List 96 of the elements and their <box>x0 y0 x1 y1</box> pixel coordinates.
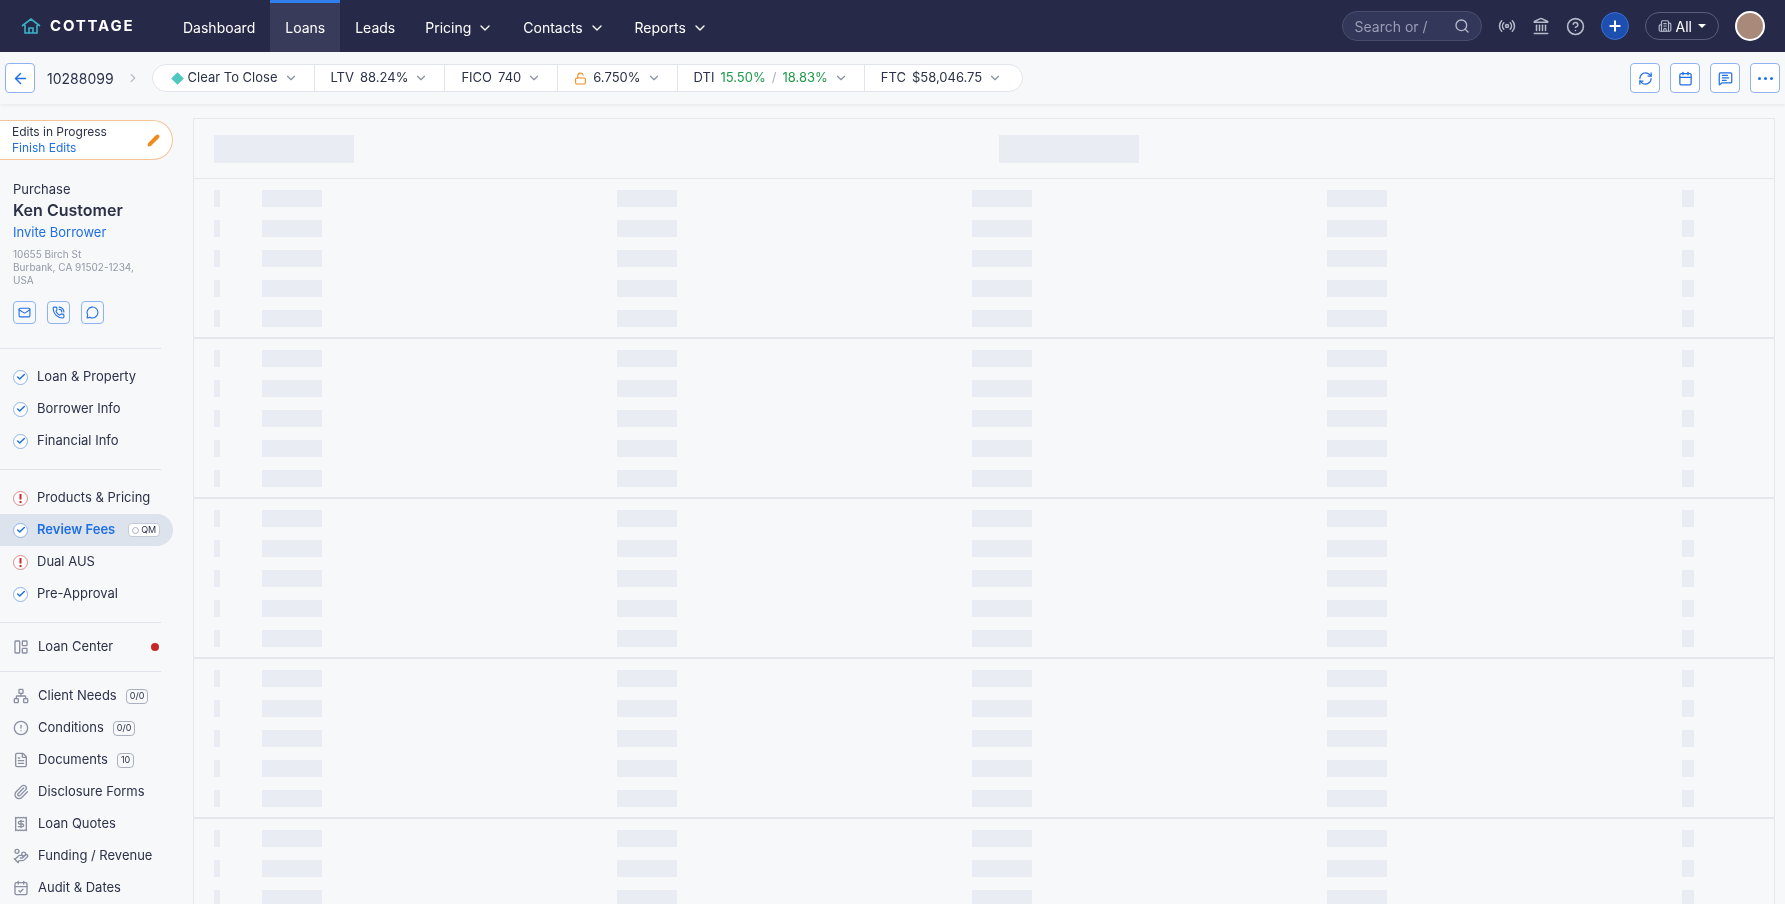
tool-item[interactable]: Conditions 0/0 <box>0 712 175 744</box>
tool-item[interactable]: Disclosure Forms <box>0 776 175 808</box>
loan-status: Clear To Close <box>187 68 278 88</box>
calendar-icon <box>1677 70 1693 86</box>
loan-metric-pill[interactable]: Clear To Close <box>156 65 314 91</box>
bank-icon[interactable] <box>1531 17 1550 35</box>
caret-icon <box>1698 24 1706 28</box>
logo-icon <box>20 17 42 35</box>
layout-icon <box>13 639 29 656</box>
address-line: USA <box>13 274 35 288</box>
metric-label: DTI <box>693 68 715 88</box>
metric-label: LTV <box>330 68 354 88</box>
network-icon <box>13 688 29 704</box>
alert-icon <box>13 720 29 736</box>
edits-title: Edits in Progress <box>12 124 107 141</box>
back-button[interactable] <box>5 63 35 93</box>
loan-purpose: Purchase <box>13 180 72 199</box>
loan-step[interactable]: Borrower Info <box>0 393 173 426</box>
nav-tab[interactable]: Reports <box>619 0 723 52</box>
more-icon <box>1757 76 1773 80</box>
loan-metric-pill[interactable]: DTI 15.50% / 18.83% <box>676 65 864 91</box>
invite-borrower-link[interactable]: Invite Borrower <box>13 222 162 243</box>
rate-value: 6.750% <box>593 68 641 88</box>
loan-center-item[interactable]: Loan Center <box>0 623 175 671</box>
loan-step[interactable]: Products & Pricing <box>0 482 173 515</box>
metric-label: FTC <box>880 68 906 88</box>
metric-value: 88.24% <box>360 68 409 88</box>
check-icon <box>13 586 28 602</box>
logo-text: COTTAGE <box>50 14 135 37</box>
qm-badge: QM <box>128 523 161 538</box>
nav-tab[interactable]: Dashboard <box>168 0 271 52</box>
chat-button[interactable] <box>81 301 104 325</box>
loan-step[interactable]: Dual AUS <box>0 546 173 579</box>
document-icon <box>13 752 29 768</box>
nav-tab[interactable]: Leads <box>340 0 411 52</box>
add-button[interactable] <box>1600 12 1629 40</box>
lock-open-icon <box>574 71 588 85</box>
metric-label: FICO <box>461 68 493 88</box>
tool-item[interactable]: Client Needs 0/0 <box>0 680 175 712</box>
chat-icon <box>86 306 99 320</box>
search-icon <box>1453 18 1470 34</box>
alert-icon <box>13 490 28 506</box>
loan-number: 10288099 <box>47 68 114 89</box>
call-button[interactable] <box>47 301 70 325</box>
user-avatar[interactable] <box>1735 11 1765 41</box>
borrower-name: Ken Customer <box>13 199 124 223</box>
pencil-icon <box>147 133 160 147</box>
alert-icon <box>13 554 28 570</box>
message-button[interactable] <box>1710 63 1740 93</box>
tool-item[interactable]: Audit & Dates <box>0 872 175 904</box>
nav-tab[interactable]: Pricing <box>410 0 509 52</box>
tool-item[interactable]: Loan Quotes <box>0 808 175 840</box>
building-icon <box>1657 19 1672 33</box>
loan-metric-pill[interactable]: FTC $58,046.75 <box>863 65 1019 91</box>
nav-tab[interactable]: Loans <box>270 0 341 52</box>
address-line: 10655 Birch St <box>13 248 83 262</box>
message-icon <box>1717 70 1733 86</box>
loan-step[interactable]: Financial Info <box>0 425 173 458</box>
calendar-button[interactable] <box>1670 63 1700 93</box>
count-badge: 0/0 <box>125 688 149 704</box>
check-icon <box>13 369 28 385</box>
plus-icon <box>1606 18 1623 34</box>
count-badge: 10 <box>116 752 135 768</box>
receipt-icon <box>13 816 29 832</box>
loan-step[interactable]: Loan & Property <box>0 361 173 394</box>
loan-step[interactable]: Pre-Approval <box>0 578 173 611</box>
loan-metric-pill[interactable]: FICO 740 <box>444 65 558 91</box>
check-icon <box>13 522 28 538</box>
dti-value: 15.50% <box>720 68 766 88</box>
loan-metric-pill[interactable]: 6.750% <box>557 65 677 91</box>
envelope-icon <box>18 306 31 320</box>
money-hand-icon <box>13 848 29 864</box>
search-field[interactable]: Search or / <box>1341 11 1482 41</box>
loan-metric-pill[interactable]: LTV 88.24% <box>313 65 445 91</box>
tool-item[interactable]: Funding / Revenue <box>0 840 175 872</box>
separator: / <box>771 68 777 88</box>
finish-edits-link[interactable]: Finish Edits <box>12 140 107 157</box>
count-badge: 0/0 <box>112 720 136 736</box>
dti-value: 18.83% <box>782 68 828 88</box>
check-icon <box>13 401 28 417</box>
metric-value: 740 <box>498 68 522 88</box>
address-line: Burbank, CA 91502-1234, <box>13 261 135 275</box>
nav-tab[interactable]: Contacts <box>508 0 620 52</box>
paperclip-icon <box>13 784 29 800</box>
broadcast-icon[interactable] <box>1497 17 1516 35</box>
refresh-icon <box>1637 70 1653 86</box>
email-button[interactable] <box>13 301 36 325</box>
help-icon[interactable] <box>1565 16 1585 36</box>
metric-value: $58,046.75 <box>911 68 983 88</box>
calendar-check-icon <box>13 880 29 896</box>
check-icon <box>13 433 28 449</box>
tool-item[interactable]: Documents 10 <box>0 744 175 776</box>
loan-step[interactable]: Review Fees QM <box>0 514 173 547</box>
refresh-button[interactable] <box>1630 63 1660 93</box>
more-button[interactable] <box>1750 63 1780 93</box>
phone-icon <box>52 306 65 320</box>
